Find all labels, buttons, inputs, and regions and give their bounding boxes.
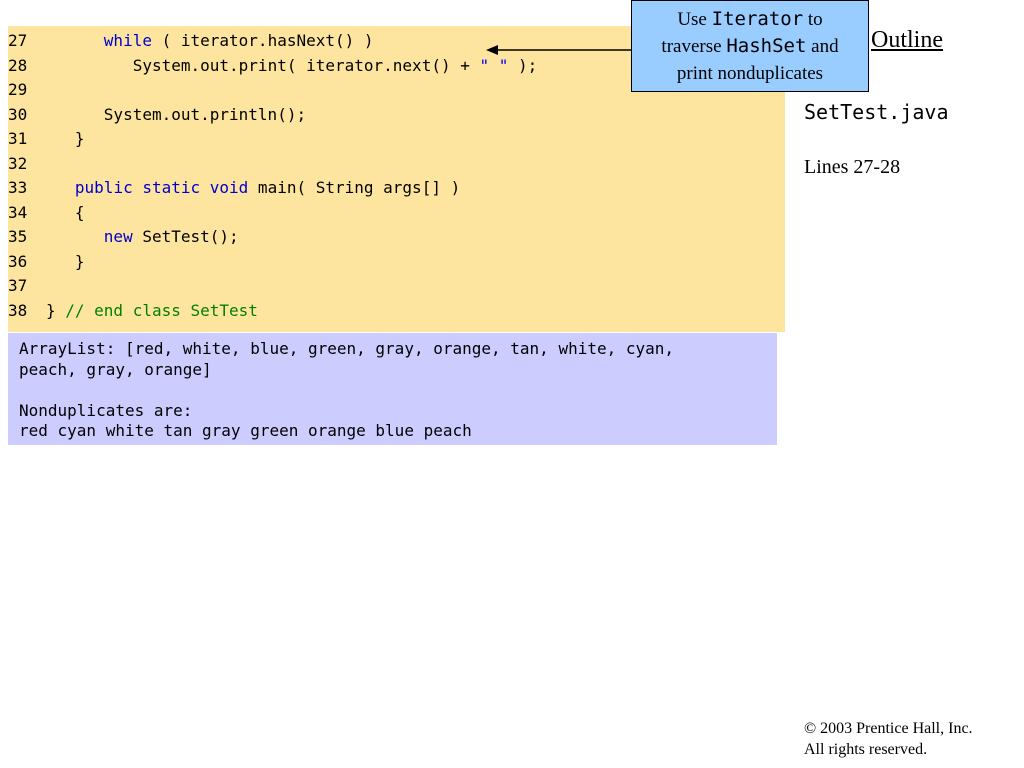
file-name: SetTest.java [804,100,949,124]
line-code: } // end class SetTest [46,299,258,323]
line-number: 31 [8,129,28,148]
output-line: red cyan white tan gray green orange blu… [19,421,472,440]
code-text: System.out.println(); [103,104,307,124]
copyright-line-1: © 2003 Prentice Hall, Inc. [804,720,973,737]
line-number: 35 [8,227,28,246]
code-text: SetTest(); [132,227,239,246]
code-keyword: new [103,227,133,246]
code-text: } [74,251,85,271]
callout-line-2: traverse HashSet and [661,35,839,57]
output-panel: ArrayList: [red, white, blue, green, gra… [8,333,777,445]
code-text: } [46,300,66,320]
line-code: System.out.print( iterator.next() + " " … [46,54,538,78]
copyright-line-2: All rights reserved. [804,741,928,758]
output-line: ArrayList: [red, white, blue, green, gra… [19,339,675,358]
line-number: 29 [8,80,28,99]
callout-line-1: Use Iterator to [677,8,823,30]
line-number: 38 [8,300,28,320]
output-line: Nonduplicates are: [19,400,193,420]
line-code: } [46,127,85,151]
callout-box: Use Iterator to traverse HashSet and pri… [631,0,869,92]
copyright: © 2003 Prentice Hall, Inc. All rights re… [804,718,973,760]
code-comment: // end class SetTest [65,300,258,320]
line-number: 37 [8,276,28,295]
line-number: 27 [8,31,28,50]
line-number: 32 [8,153,28,173]
outline-link[interactable]: Outline [871,27,943,54]
code-text: } [74,129,85,148]
line-code: System.out.println(); [46,103,306,127]
code-text: main( String args[] ) [248,178,461,197]
line-code: { [46,201,85,225]
code-keyword: while [103,31,152,50]
lines-label: Lines 27-28 [804,156,901,178]
callout-arrow [486,45,632,55]
callout-line-3: print nonduplicates [676,63,824,84]
line-number: 36 [8,251,28,271]
line-number: 34 [8,202,28,222]
line-number: 28 [8,55,28,75]
code-keyword: public static void [74,178,249,197]
code-text: System.out.print( iterator.next() + [132,55,480,75]
line-code: } [46,250,85,274]
line-code: public static void main( String args[] ) [46,176,460,200]
line-number: 30 [8,104,28,124]
line-number: 33 [8,178,28,197]
code-text: ( iterator.hasNext() ) [151,31,374,50]
output-line: peach, gray, orange] [19,359,212,379]
line-code: while ( iterator.hasNext() ) [46,29,374,53]
line-code: new SetTest(); [46,225,239,249]
code-text: { [74,202,85,222]
